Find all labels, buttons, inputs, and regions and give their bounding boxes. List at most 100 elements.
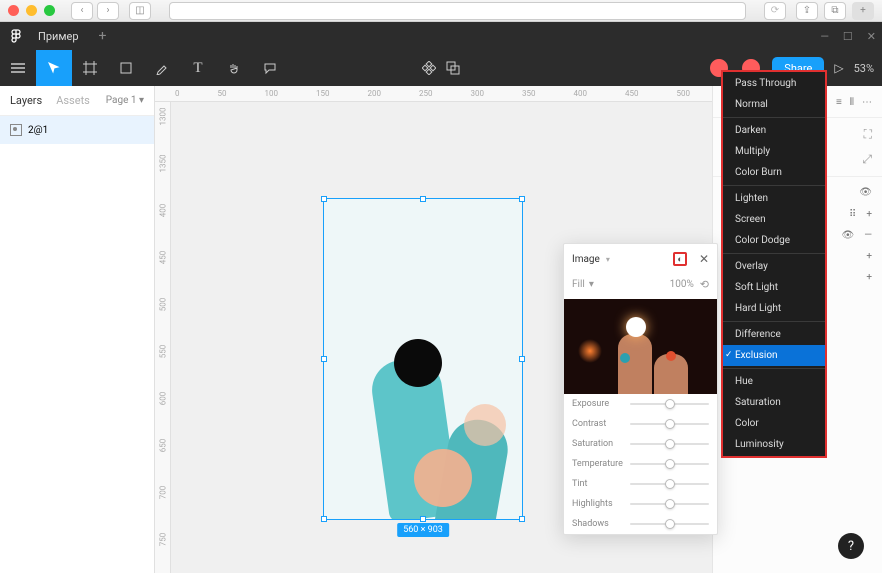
blend-mode-item[interactable]: Color Burn [723, 162, 825, 183]
layer-name: 2@1 [28, 125, 48, 136]
slider-track[interactable] [630, 423, 709, 425]
slider-track[interactable] [630, 483, 709, 485]
blend-mode-item[interactable]: Luminosity [723, 434, 825, 455]
close-window-icon[interactable] [8, 5, 19, 16]
blend-mode-item[interactable]: Multiply [723, 141, 825, 162]
selected-image [324, 199, 522, 519]
slider-thumb[interactable] [665, 499, 675, 509]
shape-tool[interactable] [108, 50, 144, 86]
figma-logo-icon[interactable] [6, 26, 26, 46]
comment-tool[interactable] [252, 50, 288, 86]
component-icon[interactable] [422, 61, 436, 75]
sidebar-toggle-icon[interactable]: ◫ [129, 2, 151, 20]
blend-mode-item[interactable]: Exclusion [723, 345, 825, 366]
image-preview[interactable] [564, 299, 717, 394]
rotate-icon[interactable]: ⟲ [700, 278, 709, 291]
align-icon[interactable]: ≡ [836, 97, 842, 108]
slider-track[interactable] [630, 463, 709, 465]
menu-button[interactable] [0, 50, 36, 86]
hand-tool[interactable] [216, 50, 252, 86]
assets-tab[interactable]: Assets [56, 94, 90, 107]
resize-handle[interactable] [321, 356, 327, 362]
move-tool[interactable] [36, 50, 72, 86]
slider-thumb[interactable] [665, 399, 675, 409]
slider-track[interactable] [630, 403, 709, 405]
address-bar[interactable] [169, 2, 746, 20]
present-button[interactable]: ▷ [834, 61, 843, 75]
frame-tool[interactable] [72, 50, 108, 86]
add-icon[interactable]: + [866, 272, 872, 283]
blend-mode-item[interactable]: Normal [723, 94, 825, 115]
add-tab-icon[interactable]: + [852, 2, 874, 20]
resize-handle[interactable] [519, 356, 525, 362]
file-tab[interactable]: Пример [26, 22, 91, 50]
blend-mode-item[interactable]: Overlay [723, 256, 825, 277]
chevron-down-icon[interactable]: ▾ [606, 255, 610, 264]
text-tool[interactable]: T [180, 50, 216, 86]
pen-tool[interactable] [144, 50, 180, 86]
blend-mode-button[interactable]: ◐ [673, 252, 687, 266]
fill-opacity[interactable]: 100% [670, 279, 694, 290]
tabs-icon[interactable]: ⧉ [824, 2, 846, 20]
slider-thumb[interactable] [665, 439, 675, 449]
forward-button[interactable]: › [97, 2, 119, 20]
slider-track[interactable] [630, 443, 709, 445]
ruler-tick: 300 [471, 89, 485, 98]
link-icon[interactable]: ⛶ [864, 127, 872, 142]
blend-mode-item[interactable]: Soft Light [723, 277, 825, 298]
add-icon[interactable]: + [866, 251, 872, 262]
fill-mode-label[interactable]: Fill [572, 279, 585, 290]
blend-mode-item[interactable]: Lighten [723, 188, 825, 209]
expand-icon[interactable]: ⤢ [862, 152, 872, 167]
slider-thumb[interactable] [665, 519, 675, 529]
blend-mode-item[interactable]: Screen [723, 209, 825, 230]
blend-mode-item[interactable]: Color Dodge [723, 230, 825, 251]
resize-handle[interactable] [420, 196, 426, 202]
zoom-level[interactable]: 53% [854, 62, 874, 75]
blend-mode-item[interactable]: Color [723, 413, 825, 434]
remove-icon[interactable]: — [864, 230, 872, 241]
maximize-window-icon[interactable] [44, 5, 55, 16]
visibility-icon[interactable]: 👁 [859, 187, 872, 198]
blend-mode-item[interactable]: Difference [723, 324, 825, 345]
slider-label: Temperature [572, 459, 630, 469]
blend-mode-item[interactable]: Hard Light [723, 298, 825, 319]
close-icon[interactable]: ✕ [699, 252, 709, 266]
blend-mode-item[interactable]: Darken [723, 120, 825, 141]
ruler-tick: 500 [158, 298, 167, 312]
add-fill-icon[interactable]: + [866, 209, 872, 220]
slider-track[interactable] [630, 503, 709, 505]
window-maximize-icon[interactable]: ☐ [843, 30, 853, 43]
help-button[interactable]: ? [838, 533, 864, 559]
tidy-icon[interactable]: ⫴ [850, 97, 854, 108]
more-icon[interactable]: ⋯ [862, 97, 872, 108]
blend-mode-item[interactable]: Pass Through [723, 73, 825, 94]
blend-mode-item[interactable]: Hue [723, 371, 825, 392]
resize-handle[interactable] [519, 516, 525, 522]
slider-thumb[interactable] [665, 459, 675, 469]
back-button[interactable]: ‹ [71, 2, 93, 20]
layer-row[interactable]: 2@1 [0, 116, 154, 144]
resize-handle[interactable] [321, 196, 327, 202]
ruler-tick: 250 [419, 89, 433, 98]
mask-icon[interactable] [446, 61, 460, 75]
blend-mode-item[interactable]: Saturation [723, 392, 825, 413]
window-close-icon[interactable]: ✕ [867, 30, 876, 43]
visibility-icon[interactable]: 👁 [841, 230, 854, 241]
reader-icon[interactable]: ⟳ [764, 2, 786, 20]
resize-handle[interactable] [519, 196, 525, 202]
minimize-window-icon[interactable] [26, 5, 37, 16]
slider-thumb[interactable] [665, 419, 675, 429]
style-dots-icon[interactable]: ⠿ [849, 209, 856, 220]
slider-track[interactable] [630, 523, 709, 525]
slider-label: Shadows [572, 519, 630, 529]
slider-thumb[interactable] [665, 479, 675, 489]
share-icon[interactable]: ⇪ [796, 2, 818, 20]
layers-tab[interactable]: Layers [10, 94, 42, 107]
selection-frame[interactable]: 560 × 903 [323, 198, 523, 520]
new-tab-button[interactable]: + [91, 28, 115, 44]
resize-handle[interactable] [420, 516, 426, 522]
resize-handle[interactable] [321, 516, 327, 522]
page-selector[interactable]: Page 1 ▾ [106, 95, 144, 106]
window-minimize-icon[interactable]: — [820, 30, 829, 43]
